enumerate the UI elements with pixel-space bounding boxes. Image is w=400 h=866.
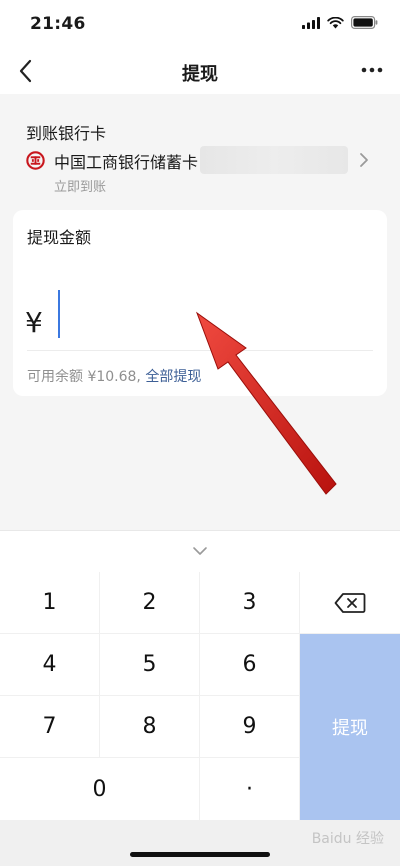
nav-bar: 提现 [0, 48, 400, 94]
status-icons [302, 16, 378, 29]
chevron-down-icon[interactable] [192, 545, 208, 557]
withdraw-submit-button[interactable]: 提现 [300, 634, 400, 820]
content-area: 到账银行卡 中国工商银行储蓄卡 立即到账 提现金额 ¥ 可用余额 ¥10.68,… [0, 94, 400, 530]
key-5[interactable]: 5 [100, 634, 199, 695]
amount-input-cursor[interactable] [58, 290, 60, 338]
numeric-keypad: 1 2 3 4 5 6 7 8 9 0 · 提现 [0, 572, 400, 820]
currency-symbol: ¥ [25, 306, 43, 339]
home-indicator [130, 852, 270, 857]
keyboard-collapse-bar [0, 530, 400, 573]
available-balance: 可用余额 ¥10.68, 全部提现 [27, 366, 201, 386]
backspace-icon [334, 592, 366, 613]
page-title: 提现 [182, 64, 218, 85]
card-number-blurred [200, 146, 348, 174]
key-0[interactable]: 0 [0, 758, 199, 820]
key-4[interactable]: 4 [0, 634, 99, 695]
key-delete[interactable] [300, 572, 400, 633]
battery-icon [351, 16, 378, 29]
amount-divider [27, 350, 373, 351]
arrival-time-text: 立即到账 [54, 180, 107, 195]
icbc-logo-icon [26, 151, 45, 170]
balance-text: 可用余额 ¥10.68, [27, 369, 141, 385]
key-2[interactable]: 2 [100, 572, 199, 633]
wifi-icon [327, 16, 344, 28]
key-1[interactable]: 1 [0, 572, 99, 633]
amount-title: 提现金额 [27, 228, 92, 247]
amount-card: 提现金额 ¥ 可用余额 ¥10.68, 全部提现 [13, 210, 387, 396]
key-9[interactable]: 9 [200, 696, 299, 757]
withdraw-all-link[interactable]: 全部提现 [145, 369, 201, 385]
cellular-signal-icon [302, 16, 320, 29]
status-time: 21:46 [30, 14, 86, 34]
more-icon[interactable] [360, 60, 384, 80]
bank-card-label: 到账银行卡 [26, 124, 107, 143]
bottom-safe-area: Baidu 经验 [0, 820, 400, 866]
chevron-right-icon[interactable] [358, 152, 370, 168]
bank-card-name[interactable]: 中国工商银行储蓄卡 [54, 149, 198, 173]
key-7[interactable]: 7 [0, 696, 99, 757]
watermark: Baidu 经验 [311, 831, 384, 847]
key-6[interactable]: 6 [200, 634, 299, 695]
key-3[interactable]: 3 [200, 572, 299, 633]
status-bar: 21:46 [0, 0, 400, 48]
key-8[interactable]: 8 [100, 696, 199, 757]
key-decimal[interactable]: · [200, 758, 299, 820]
